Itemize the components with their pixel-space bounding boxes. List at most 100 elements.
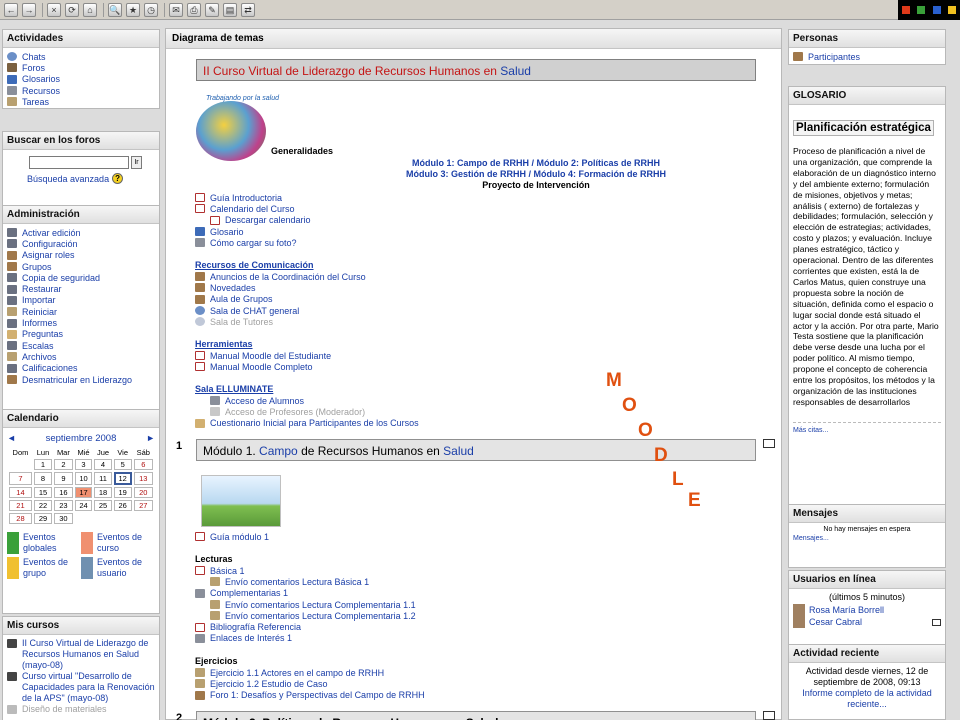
calendar-day[interactable]: 17 [74,487,93,498]
participants-link[interactable]: Participantes [793,51,941,62]
course-item[interactable]: Diseño de materiales [7,704,155,715]
resource-link[interactable]: Calendario del Curso [195,203,311,214]
online-user[interactable]: Rosa María Borrell [793,604,941,616]
resource-link[interactable]: Guía módulo 1 [195,531,269,542]
legend-user-events[interactable]: Eventos de usuario [81,557,155,579]
calendar-day[interactable]: 16 [54,487,73,498]
calendar-day[interactable]: 8 [33,472,53,485]
admin-item[interactable]: Grupos [7,261,155,272]
calendar-day[interactable]: 24 [74,500,93,511]
calendar-prev-icon[interactable]: ◄ [7,433,16,443]
calendar-day[interactable]: 13 [133,472,153,485]
quiz-link[interactable]: Cuestionario Inicial para Participantes … [195,418,419,429]
glossary-more-link[interactable]: Más citas... [793,421,941,434]
calendar-day[interactable]: 19 [113,487,132,498]
forum-link[interactable]: Anuncios de la Coordinación del Curso [195,271,366,282]
advanced-search-link[interactable]: Búsqueda avanzada [27,174,109,184]
admin-item[interactable]: Copia de seguridad [7,272,155,283]
calendar-day[interactable]: 4 [94,459,112,470]
admin-item[interactable]: Preguntas [7,329,155,340]
activity-chats[interactable]: Chats [7,51,155,62]
chat-link[interactable]: Sala de Tutores [195,316,366,327]
modules-3-4-link[interactable]: Módulo 3: Gestión de RRHH / Módulo 4: Fo… [316,169,756,180]
assignment-link[interactable]: Ejercicio 1.1 Actores en el campo de RRH… [195,667,425,678]
calendar-day[interactable]: 22 [33,500,53,511]
resource-link[interactable]: Glosario [195,226,311,237]
calendar-day[interactable]: 5 [113,459,132,470]
online-user[interactable]: Cesar Cabral [793,616,941,628]
calendar-day[interactable]: 25 [94,500,112,511]
activity-tasks[interactable]: Tareas [7,96,155,107]
calendar-day[interactable]: 27 [133,500,153,511]
recent-activity-link[interactable]: Informe completo de la actividad recient… [793,688,941,710]
course-item[interactable]: Curso virtual "Desarrollo de Capacidades… [7,671,155,704]
stop-button[interactable]: × [47,2,61,17]
calendar-day[interactable]: 7 [9,472,32,485]
help-icon[interactable]: ? [112,173,124,184]
admin-item[interactable]: Desmatricular en Liderazgo [7,374,155,385]
assignment-link[interactable]: Envío comentarios Lectura Complementaria… [195,599,416,610]
messages-link[interactable]: Mensajes... [793,535,941,542]
resource-link[interactable]: Básica 1 [195,565,416,576]
resource-link[interactable]: Guía Introductoria [195,192,311,203]
admin-item[interactable]: Asignar roles [7,250,155,261]
calendar-day[interactable]: 11 [94,472,112,485]
resource-link[interactable]: Enlaces de Interés 1 [195,633,416,644]
admin-item[interactable]: Reiniciar [7,306,155,317]
refresh-button[interactable]: ⟳ [65,2,79,17]
admin-item[interactable]: Activar edición [7,227,155,238]
edit-button[interactable]: ✎ [205,2,219,17]
calendar-day[interactable]: 30 [54,513,73,524]
legend-course-events[interactable]: Eventos de curso [81,532,155,554]
calendar-day[interactable]: 14 [9,487,32,498]
calendar-day[interactable]: 15 [33,487,53,498]
admin-item[interactable]: Archivos [7,351,155,362]
calendar-day[interactable]: 2 [54,459,73,470]
forum-search-input[interactable] [29,156,129,169]
legend-group-events[interactable]: Eventos de grupo [7,557,81,579]
resource-link[interactable]: Acceso de Alumnos [195,395,419,406]
calendar-day[interactable]: 6 [133,459,153,470]
course-item[interactable]: II Curso Virtual de Liderazgo de Recurso… [7,638,155,671]
calendar-day[interactable]: 29 [33,513,53,524]
search-button[interactable]: 🔍 [108,2,122,17]
home-button[interactable]: ⌂ [83,2,97,17]
forum-link[interactable]: Foro 1: Desafíos y Perspectivas del Camp… [195,690,425,701]
admin-item[interactable]: Configuración [7,238,155,249]
forum-link[interactable]: Aula de Grupos [195,294,366,305]
resource-link[interactable]: Acceso de Profesores (Moderador) [195,406,419,417]
calendar-day[interactable]: 18 [94,487,112,498]
legend-global-events[interactable]: Eventos globales [7,532,81,554]
history-button[interactable]: ◷ [144,2,158,17]
admin-item[interactable]: Informes [7,317,155,328]
forum-search-go-button[interactable]: Ir [131,156,142,169]
assignment-link[interactable]: Envío comentarios Lectura Básica 1 [195,576,416,587]
highlight-topic-icon[interactable] [763,711,775,720]
calendar-next-icon[interactable]: ► [146,433,155,443]
messenger-button[interactable]: ⇄ [241,2,255,17]
resource-link[interactable]: Descargar calendario [195,215,311,226]
resource-link[interactable]: Cómo cargar su foto? [195,237,311,248]
activity-forums[interactable]: Foros [7,62,155,73]
calendar-day[interactable]: 3 [74,459,93,470]
chat-link[interactable]: Sala de CHAT general [195,305,366,316]
modules-1-2-link[interactable]: Módulo 1: Campo de RRHH / Módulo 2: Polí… [316,158,756,169]
send-message-icon[interactable] [932,618,941,626]
calendar-day[interactable]: 28 [9,513,32,524]
print-button[interactable]: ⎙ [187,2,201,17]
admin-item[interactable]: Restaurar [7,283,155,294]
calendar-day[interactable]: 12 [113,472,132,485]
calendar-day[interactable]: 10 [74,472,93,485]
admin-item[interactable]: Calificaciones [7,363,155,374]
assignment-link[interactable]: Ejercicio 1.2 Estudio de Caso [195,678,425,689]
admin-item[interactable]: Escalas [7,340,155,351]
activity-resources[interactable]: Recursos [7,85,155,96]
mail-button[interactable]: ✉ [169,2,183,17]
resource-link[interactable]: Bibliografía Referencia [195,621,416,632]
calendar-day[interactable]: 1 [33,459,53,470]
activity-glossaries[interactable]: Glosarios [7,74,155,85]
forum-link[interactable]: Novedades [195,282,366,293]
calendar-day[interactable]: 21 [9,500,32,511]
favorites-button[interactable]: ★ [126,2,140,17]
resource-link[interactable]: Manual Moodle Completo [195,361,331,372]
